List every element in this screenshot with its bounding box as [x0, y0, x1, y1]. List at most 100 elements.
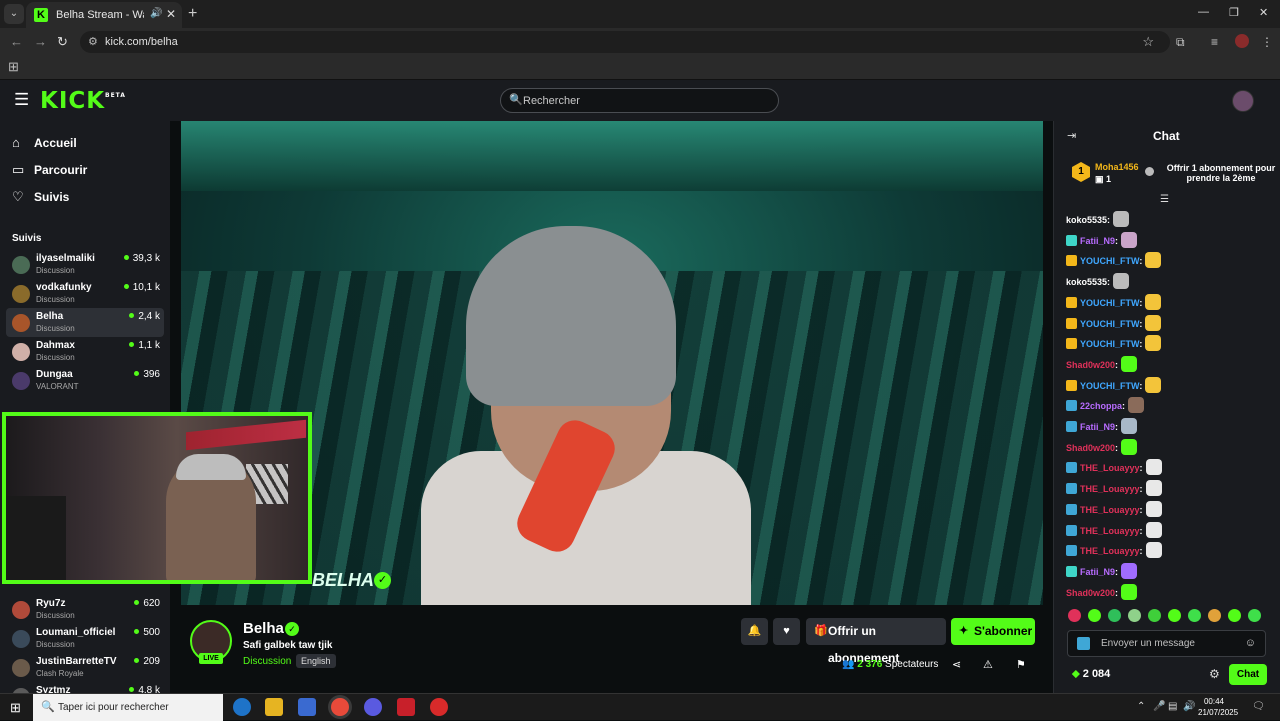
chat-username[interactable]: THE_Louayyy: [1080, 546, 1140, 556]
chat-username[interactable]: THE_Louayyy: [1080, 463, 1140, 473]
emote-icon[interactable]: [1168, 609, 1181, 622]
chat-message[interactable]: koko5535:: [1066, 273, 1130, 291]
chat-message[interactable]: YOUCHI_FTW:: [1066, 335, 1162, 353]
nav-following[interactable]: ♡ Suivis: [0, 183, 170, 209]
reload-icon[interactable]: ↻: [57, 34, 68, 50]
emote-icon[interactable]: [1208, 609, 1221, 622]
chat-message[interactable]: 22choppa:: [1066, 397, 1145, 415]
user-card-icon[interactable]: ⚑: [1016, 658, 1026, 671]
followed-channel-item[interactable]: Loumani_officiel Discussion 500: [6, 624, 164, 653]
bookmark-star-icon[interactable]: ☆: [1142, 34, 1154, 50]
chat-username[interactable]: Shad0w200: [1066, 443, 1115, 453]
chat-username[interactable]: Shad0w200: [1066, 588, 1115, 598]
followed-channel-item[interactable]: ilyaselmaliki Discussion 39,3 k: [6, 250, 164, 279]
chat-message[interactable]: THE_Louayyy:: [1066, 500, 1162, 519]
chat-username[interactable]: YOUCHI_FTW: [1080, 298, 1139, 308]
chat-username[interactable]: koko5535: [1066, 215, 1107, 225]
chrome-icon[interactable]: [331, 698, 349, 716]
chat-username[interactable]: THE_Louayyy: [1080, 526, 1140, 536]
chat-message[interactable]: Shad0w200:: [1066, 355, 1138, 374]
chat-message[interactable]: THE_Louayyy:: [1066, 459, 1162, 477]
stream-language-tag[interactable]: English: [296, 654, 336, 668]
chat-username[interactable]: YOUCHI_FTW: [1080, 339, 1139, 349]
discord-icon[interactable]: [364, 698, 382, 716]
volume-icon[interactable]: 🔊: [1183, 701, 1195, 712]
pinned-gift-leaderboard[interactable]: 1 Moha1456 ▣ 1 Offrir 1 abonnement pour …: [1066, 157, 1275, 191]
menu-hamburger-icon[interactable]: ☰: [14, 90, 29, 110]
back-icon[interactable]: ←: [10, 34, 23, 49]
notification-bell-button[interactable]: 🔔: [741, 618, 768, 645]
chat-username[interactable]: YOUCHI_FTW: [1080, 319, 1139, 329]
close-window-button[interactable]: ✕: [1259, 6, 1268, 19]
chat-message[interactable]: THE_Louayyy:: [1066, 521, 1162, 540]
tab-search-button[interactable]: ⌄: [4, 4, 24, 24]
followed-channel-item[interactable]: Syztmz 4,8 k: [6, 682, 164, 693]
emoji-picker-icon[interactable]: ☺: [1245, 637, 1256, 649]
emote-icon[interactable]: [1068, 609, 1081, 622]
chat-send-button[interactable]: Chat: [1229, 664, 1267, 685]
emote-icon[interactable]: [1088, 609, 1101, 622]
chat-username[interactable]: koko5535: [1066, 277, 1107, 287]
chat-filter-icon[interactable]: ☰: [1160, 194, 1169, 205]
chat-message[interactable]: Fatii_N9:: [1066, 562, 1138, 581]
browser-profile-avatar[interactable]: [1235, 34, 1249, 48]
chat-message[interactable]: YOUCHI_FTW:: [1066, 252, 1162, 270]
tray-chevron-icon[interactable]: ⌃: [1137, 701, 1145, 712]
chat-username[interactable]: YOUCHI_FTW: [1080, 381, 1139, 391]
chat-message[interactable]: YOUCHI_FTW:: [1066, 376, 1162, 395]
emote-icon[interactable]: [1148, 609, 1161, 622]
chat-username[interactable]: Shad0w200: [1066, 360, 1115, 370]
app-icon[interactable]: [397, 698, 415, 716]
chat-username[interactable]: THE_Louayyy: [1080, 484, 1140, 494]
search-input[interactable]: 🔍 Rechercher: [500, 88, 779, 113]
chat-username[interactable]: YOUCHI_FTW: [1080, 256, 1139, 266]
chat-message[interactable]: THE_Louayyy:: [1066, 542, 1162, 560]
speaker-icon[interactable]: 🔊: [150, 8, 162, 19]
emote-icon[interactable]: [1188, 609, 1201, 622]
chat-username[interactable]: Fatii_N9: [1080, 422, 1115, 432]
chat-message[interactable]: THE_Louayyy:: [1066, 480, 1162, 498]
stream-category[interactable]: Discussion: [243, 656, 291, 667]
restore-window-button[interactable]: ❐: [1229, 6, 1239, 19]
network-icon[interactable]: ▤: [1168, 701, 1177, 712]
chat-username[interactable]: 22choppa: [1080, 401, 1122, 411]
taskbar-search-input[interactable]: 🔍 Taper ici pour rechercher: [33, 694, 223, 721]
chat-username[interactable]: THE_Louayyy: [1080, 505, 1140, 515]
chat-message[interactable]: Fatii_N9:: [1066, 231, 1138, 250]
close-tab-icon[interactable]: ✕: [166, 7, 176, 21]
chat-message[interactable]: Fatii_N9:: [1066, 418, 1138, 436]
windows-start-icon[interactable]: ⊞: [10, 700, 21, 716]
browser-menu-icon[interactable]: ⋮: [1261, 35, 1273, 49]
followed-channel-item[interactable]: vodkafunky Discussion 10,1 k: [6, 279, 164, 308]
chat-settings-gear-icon[interactable]: ⚙: [1209, 667, 1220, 681]
nav-home[interactable]: ⌂ Accueil: [0, 129, 170, 155]
emote-icon[interactable]: [1228, 609, 1241, 622]
report-warning-icon[interactable]: ⚠: [983, 658, 993, 671]
apps-grid-icon[interactable]: ⊞: [8, 59, 19, 75]
kick-logo[interactable]: KICK BETA: [40, 88, 125, 114]
chat-message[interactable]: Shad0w200:: [1066, 583, 1138, 602]
extensions-icon[interactable]: ⧉: [1176, 35, 1185, 50]
followed-channel-item[interactable]: Dungaa VALORANT 396: [6, 366, 164, 395]
channel-points[interactable]: ⬥ 2 084: [1072, 668, 1110, 681]
follow-heart-button[interactable]: ♥: [773, 618, 800, 645]
minimize-window-button[interactable]: —: [1198, 6, 1209, 18]
collapse-chat-icon[interactable]: ⇥: [1067, 129, 1076, 142]
chat-message-input[interactable]: Envoyer un message ☺: [1067, 630, 1266, 657]
chat-message[interactable]: YOUCHI_FTW:: [1066, 314, 1162, 333]
emote-icon[interactable]: [1248, 609, 1261, 622]
nav-browse[interactable]: ▭ Parcourir: [0, 156, 170, 182]
subscribe-button[interactable]: ✦ S'abonner: [951, 618, 1035, 645]
user-avatar[interactable]: [1232, 90, 1254, 112]
followed-channel-item[interactable]: Belha Discussion 2,4 k: [6, 308, 164, 337]
edge-icon[interactable]: [233, 698, 251, 716]
chat-username[interactable]: Fatii_N9: [1080, 236, 1115, 246]
emote-icon[interactable]: [1108, 609, 1121, 622]
obs-icon[interactable]: [430, 698, 448, 716]
taskbar-clock[interactable]: 00:44 21/07/2025: [1198, 696, 1238, 718]
microphone-icon[interactable]: 🎤: [1153, 701, 1165, 712]
share-icon[interactable]: ⋖: [952, 658, 961, 671]
gift-sub-button[interactable]: 🎁 Offrir un abonnement: [806, 618, 946, 665]
chat-message[interactable]: YOUCHI_FTW:: [1066, 293, 1162, 312]
media-controls-icon[interactable]: ≡: [1211, 35, 1218, 49]
